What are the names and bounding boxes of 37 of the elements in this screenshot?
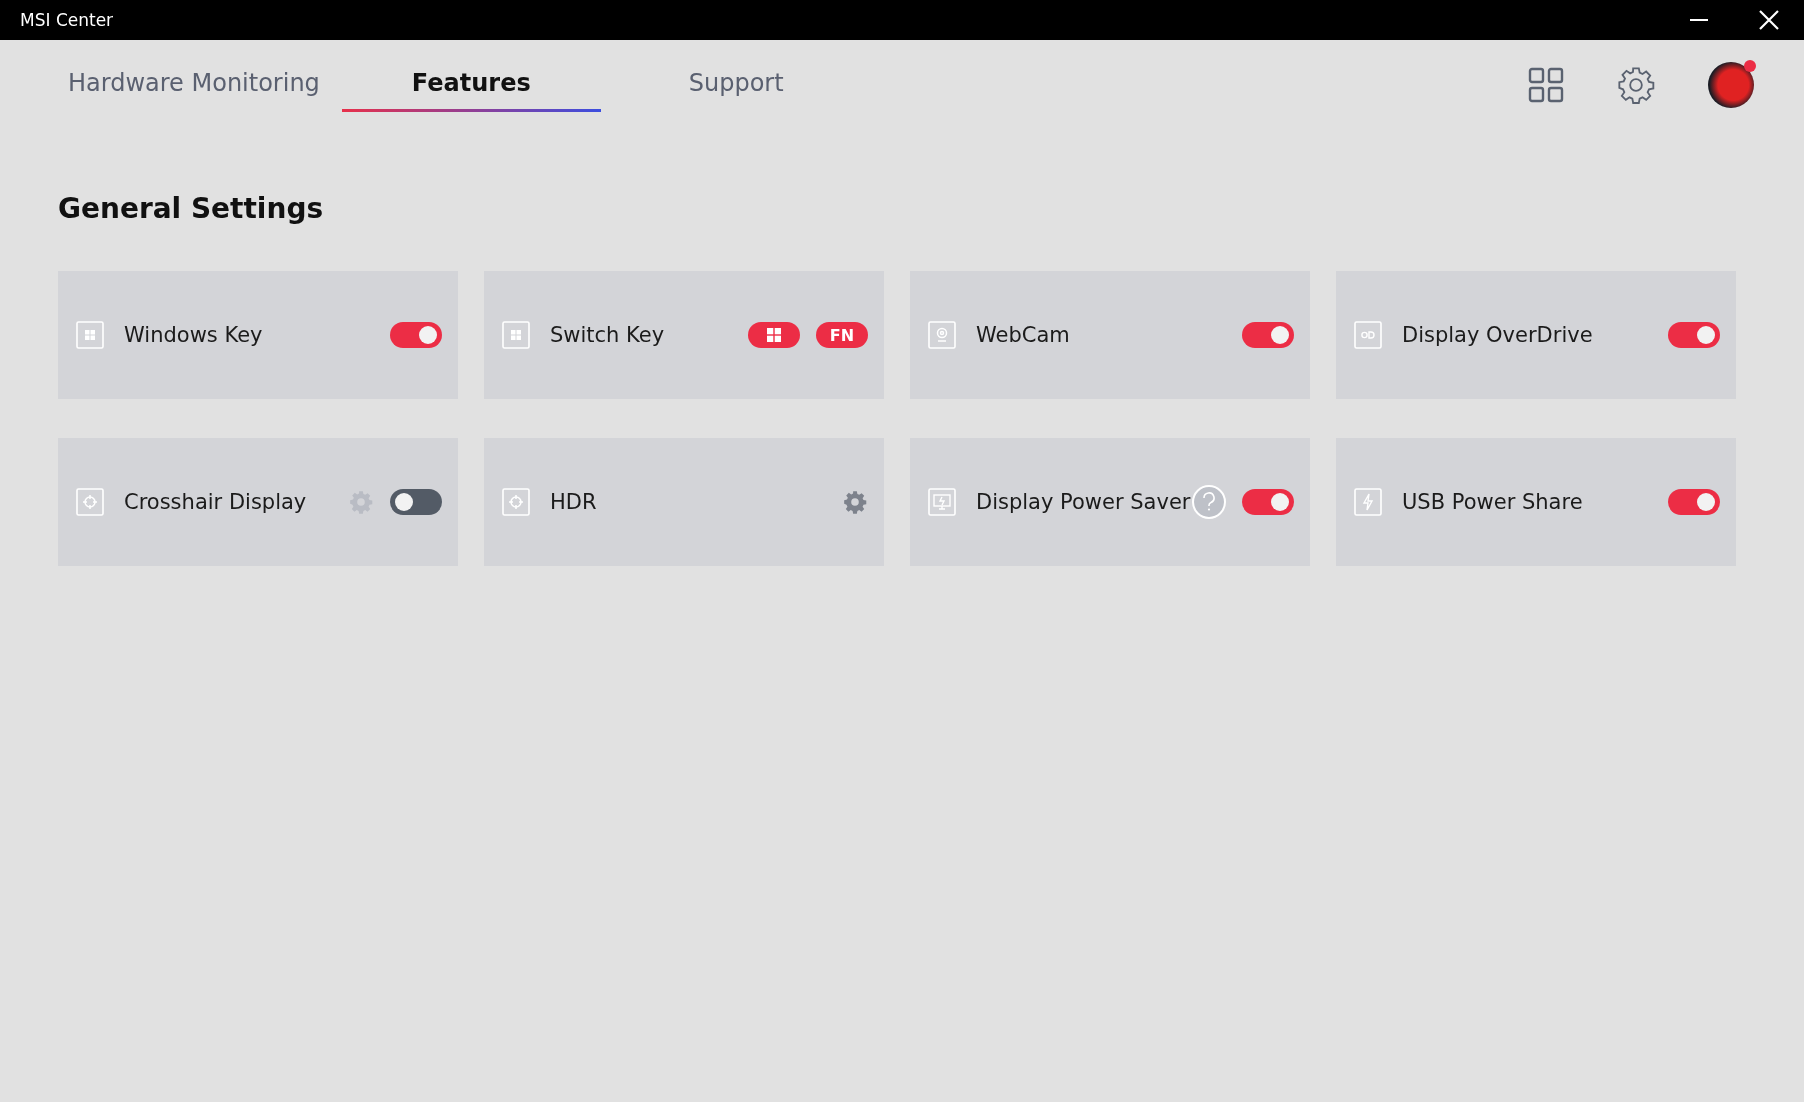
section-title: General Settings: [57, 191, 325, 225]
feature-label: Display OverDrive: [1402, 323, 1594, 347]
toggle-switch[interactable]: [390, 322, 442, 348]
windows-logo-icon: [76, 321, 104, 349]
lightning-icon: [1354, 488, 1382, 516]
tab[interactable]: Features: [341, 58, 601, 112]
fn-key-button[interactable]: FN: [816, 322, 868, 348]
close-icon: [1759, 10, 1779, 30]
webcam-icon: [928, 321, 956, 349]
toggle-switch[interactable]: [1668, 322, 1720, 348]
toggle-switch[interactable]: [1668, 489, 1720, 515]
feature-label: HDR: [550, 490, 598, 514]
feature-label: Crosshair Display: [124, 490, 308, 514]
windows-key-button[interactable]: [748, 322, 800, 348]
toggle-switch[interactable]: [390, 489, 442, 515]
settings-button[interactable]: [842, 489, 868, 515]
crosshair-icon: [502, 488, 530, 516]
monitor-icon: [928, 488, 956, 516]
toggle-switch[interactable]: [1242, 322, 1294, 348]
tab[interactable]: Hardware Monitoring: [50, 58, 338, 112]
question-mark-icon: [1202, 492, 1216, 512]
windows-logo-icon: [502, 321, 530, 349]
feature-label: Switch Key: [550, 323, 666, 347]
crosshair-icon: [76, 488, 104, 516]
grid-icon[interactable]: [1528, 67, 1564, 103]
od-icon: [1354, 321, 1382, 349]
feature-label: Windows Key: [124, 323, 264, 347]
windows-logo-icon: [767, 328, 781, 342]
window-title: MSI Center: [20, 10, 115, 30]
settings-icon[interactable]: [1616, 65, 1656, 105]
feature-label: WebCam: [976, 323, 1071, 347]
toggle-switch[interactable]: [1242, 489, 1294, 515]
feature-label: USB Power Share: [1402, 490, 1584, 514]
tab[interactable]: Support: [670, 58, 802, 112]
minimize-icon: [1690, 19, 1708, 21]
feature-label: Display Power Saver: [976, 490, 1192, 514]
avatar[interactable]: [1708, 62, 1754, 108]
